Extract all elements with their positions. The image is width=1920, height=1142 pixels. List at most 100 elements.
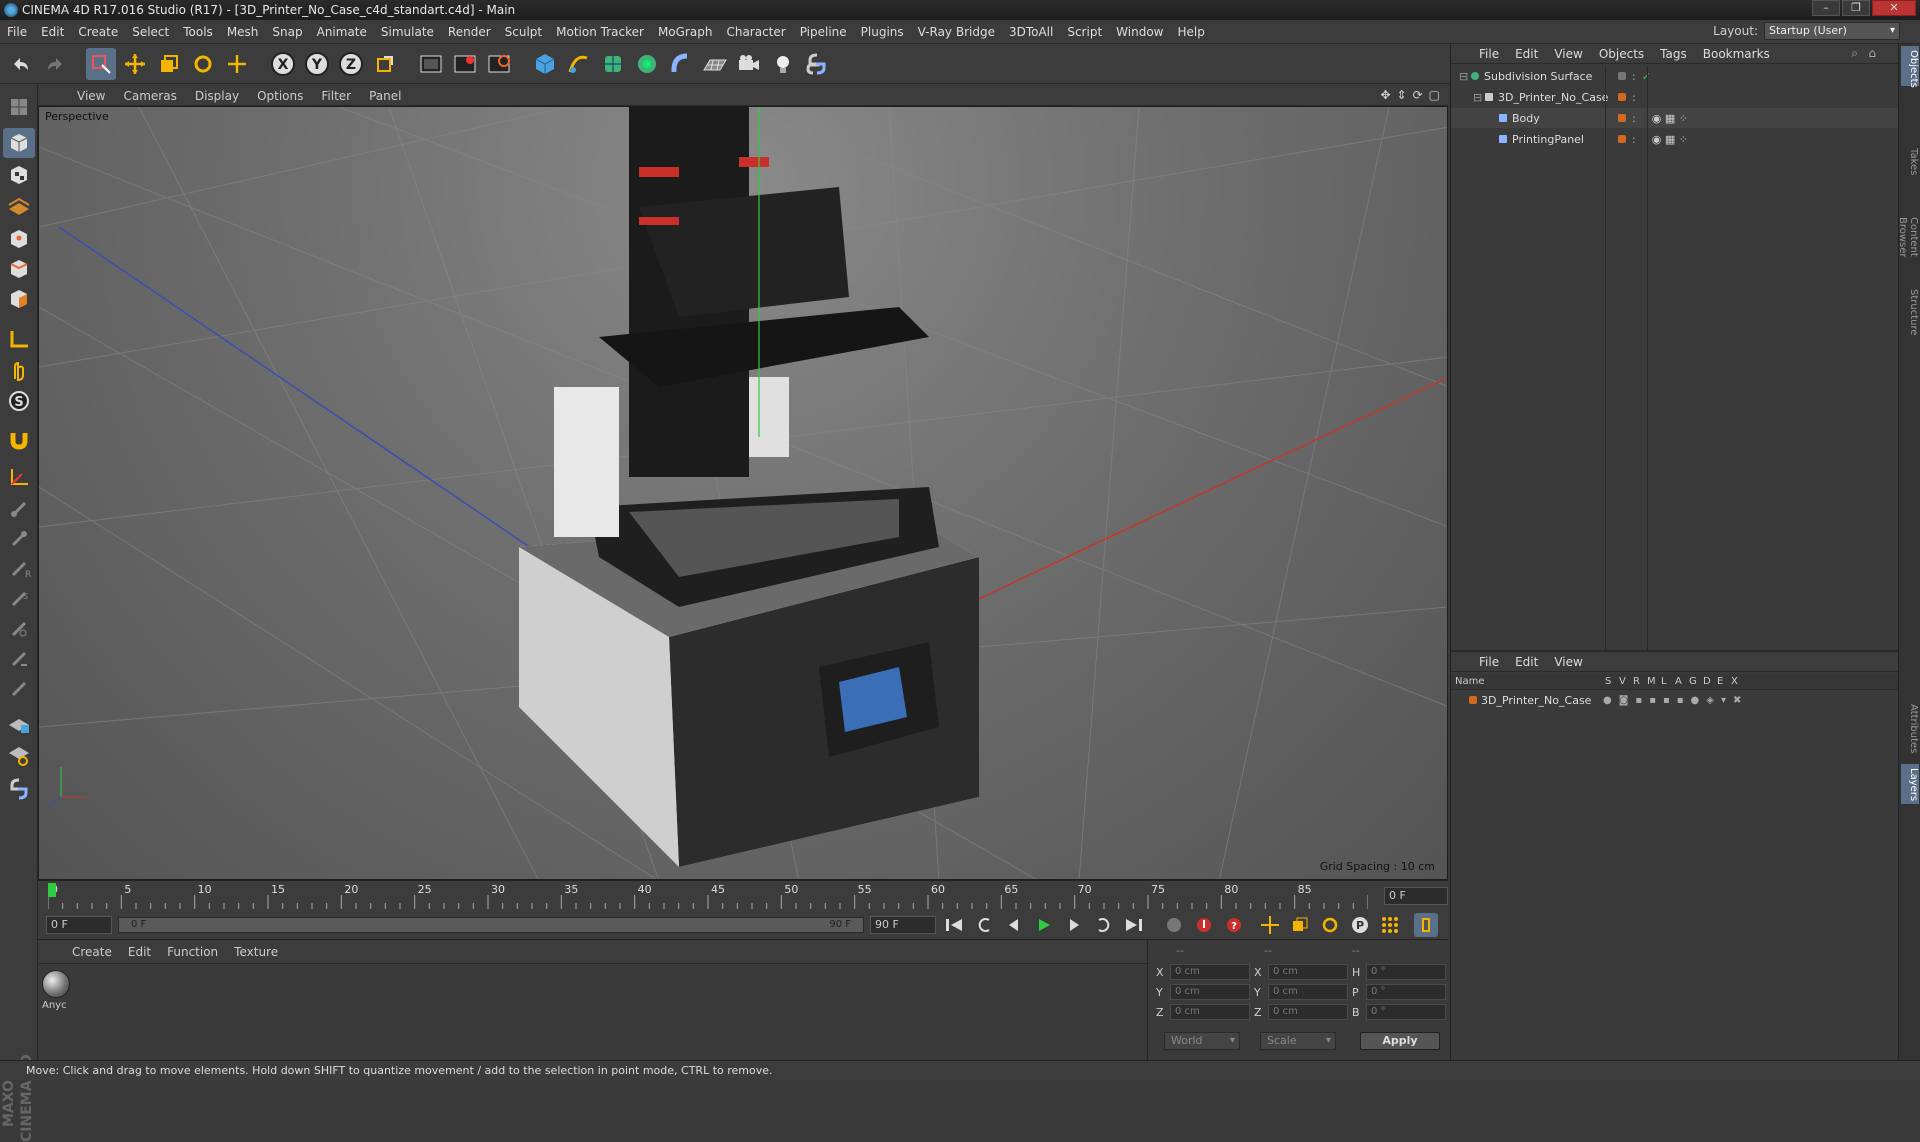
frame-range-slider[interactable]: 0 F 90 F bbox=[118, 916, 864, 933]
restore-button[interactable]: ❐ bbox=[1842, 0, 1870, 16]
sculpt-brush-5-icon[interactable] bbox=[3, 614, 35, 644]
viewport-menu-panel[interactable]: Panel bbox=[360, 89, 410, 103]
layer-menu-file[interactable]: File bbox=[1471, 655, 1507, 669]
cloner-icon[interactable] bbox=[632, 48, 662, 80]
viewport-menu-options[interactable]: Options bbox=[248, 89, 312, 103]
x-axis-lock-icon[interactable]: X bbox=[268, 48, 298, 80]
menu-simulate[interactable]: Simulate bbox=[374, 25, 441, 39]
perspective-viewport[interactable]: Perspective Grid Spacing : 10 cm bbox=[38, 106, 1448, 880]
magnet-icon[interactable] bbox=[3, 424, 35, 454]
tweak-mode-icon[interactable] bbox=[3, 356, 35, 386]
layer-menu-edit[interactable]: Edit bbox=[1507, 655, 1546, 669]
points-mode-icon[interactable] bbox=[3, 224, 35, 254]
menu-snap[interactable]: Snap bbox=[265, 25, 309, 39]
previous-key-icon[interactable] bbox=[972, 913, 996, 937]
go-to-start-icon[interactable] bbox=[942, 913, 966, 937]
menu-edit[interactable]: Edit bbox=[34, 25, 71, 39]
viewport-menu-view[interactable]: View bbox=[68, 89, 114, 103]
autokeying-icon[interactable]: ? bbox=[1222, 913, 1246, 937]
playhead-marker[interactable] bbox=[48, 883, 56, 897]
sculpt-brush-7-icon[interactable] bbox=[3, 674, 35, 704]
object-menu-objects[interactable]: Objects bbox=[1591, 47, 1652, 61]
model-mode-icon[interactable] bbox=[3, 128, 35, 158]
enable-axis-icon[interactable] bbox=[3, 324, 35, 354]
object-name[interactable]: 3D_Printer_No_Case bbox=[1498, 91, 1614, 104]
record-keys-off-icon[interactable] bbox=[1162, 913, 1186, 937]
workplane-mode-icon[interactable] bbox=[3, 190, 35, 220]
key-point-level-icon[interactable] bbox=[1378, 913, 1402, 937]
side-tab-layers[interactable]: Layers bbox=[1901, 764, 1919, 804]
z-axis-lock-icon[interactable]: Z bbox=[336, 48, 366, 80]
recent-tools-icon[interactable] bbox=[222, 48, 252, 80]
key-position-icon[interactable] bbox=[1258, 913, 1282, 937]
rotate-view-icon[interactable]: ⟳ bbox=[1413, 88, 1423, 102]
coordinate-system-icon[interactable] bbox=[370, 48, 400, 80]
object-name[interactable]: Subdivision Surface bbox=[1484, 70, 1614, 83]
material-tag-icons[interactable]: ◉ ▦ ⁘ bbox=[1652, 133, 1688, 146]
coord-field[interactable]: 0 cm bbox=[1268, 984, 1348, 1000]
sculpt-brush-6-icon[interactable] bbox=[3, 644, 35, 674]
material-menu-function[interactable]: Function bbox=[159, 945, 226, 959]
sculpt-brush-2-icon[interactable] bbox=[3, 524, 35, 554]
next-frame-icon[interactable] bbox=[1062, 913, 1086, 937]
minimize-button[interactable]: – bbox=[1812, 0, 1840, 16]
sculpt-brush-4-icon[interactable]: S bbox=[3, 584, 35, 614]
menu-character[interactable]: Character bbox=[719, 25, 792, 39]
material-menu-create[interactable]: Create bbox=[64, 945, 120, 959]
python-icon[interactable] bbox=[3, 774, 35, 804]
coord-field[interactable]: 0 ° bbox=[1366, 1004, 1446, 1020]
coord-field[interactable]: 0 cm bbox=[1170, 984, 1250, 1000]
maximize-view-icon[interactable]: ▢ bbox=[1429, 88, 1440, 102]
viewport-menu-filter[interactable]: Filter bbox=[312, 89, 360, 103]
visibility-dots-icon[interactable]: : bbox=[1632, 133, 1636, 146]
menu-v-ray-bridge[interactable]: V-Ray Bridge bbox=[911, 25, 1002, 39]
record-active-objects-icon[interactable] bbox=[1192, 913, 1216, 937]
object-row[interactable]: Body: ◉ ▦ ⁘ bbox=[1451, 108, 1899, 128]
scale-tool-icon[interactable] bbox=[154, 48, 184, 80]
material-menu-texture[interactable]: Texture bbox=[226, 945, 286, 959]
side-tab-takes[interactable]: Takes bbox=[1901, 144, 1919, 180]
grid-options-icon[interactable] bbox=[3, 740, 35, 770]
coord-field[interactable]: 0 cm bbox=[1268, 1004, 1348, 1020]
menu-help[interactable]: Help bbox=[1170, 25, 1211, 39]
object-manager-search-icon[interactable]: ⌕ bbox=[1851, 46, 1858, 61]
zoom-view-icon[interactable]: ⇕ bbox=[1397, 88, 1407, 102]
menu-mesh[interactable]: Mesh bbox=[220, 25, 266, 39]
key-rotation-icon[interactable] bbox=[1318, 913, 1342, 937]
coord-field[interactable]: 0 cm bbox=[1268, 964, 1348, 980]
light-icon[interactable] bbox=[768, 48, 798, 80]
texture-mode-icon[interactable] bbox=[3, 160, 35, 190]
move-tool-icon[interactable] bbox=[120, 48, 150, 80]
current-frame-field[interactable]: 0 F bbox=[1384, 887, 1448, 905]
side-tab-attributes[interactable]: Attributes bbox=[1901, 694, 1919, 764]
layer-color-swatch[interactable] bbox=[1469, 696, 1477, 704]
render-to-picture-viewer-icon[interactable] bbox=[450, 48, 480, 80]
object-name[interactable]: PrintingPanel bbox=[1512, 133, 1614, 146]
timeline-ruler[interactable]: 051015202530354045505560657075808590 0 F bbox=[38, 880, 1448, 910]
menu-pipeline[interactable]: Pipeline bbox=[793, 25, 854, 39]
subdivision-surface-icon[interactable] bbox=[598, 48, 628, 80]
key-parameter-icon[interactable]: P bbox=[1348, 913, 1372, 937]
floor-icon[interactable] bbox=[700, 48, 730, 80]
material-tag-icons[interactable]: ◉ ▦ ⁘ bbox=[1652, 112, 1688, 125]
snapping-icon[interactable]: S bbox=[3, 386, 35, 416]
object-layer-swatch[interactable] bbox=[1618, 93, 1626, 101]
end-frame-field[interactable]: 90 F bbox=[870, 915, 936, 934]
layer-row[interactable]: 3D_Printer_No_Case ●◙▪▪▪▪●◈▾✖ bbox=[1451, 692, 1899, 708]
object-layer-swatch[interactable] bbox=[1618, 135, 1626, 143]
object-menu-view[interactable]: View bbox=[1546, 47, 1590, 61]
menu-window[interactable]: Window bbox=[1109, 25, 1170, 39]
object-layer-swatch[interactable] bbox=[1618, 114, 1626, 122]
object-manager-home-icon[interactable]: ⌂ bbox=[1868, 46, 1876, 60]
camera-icon[interactable] bbox=[734, 48, 764, 80]
undo-button[interactable] bbox=[6, 48, 36, 80]
object-row[interactable]: ⊟ 3D_Printer_No_Case: bbox=[1451, 87, 1899, 107]
coordinate-mode-dropdown[interactable]: Scale bbox=[1260, 1032, 1336, 1050]
coord-field[interactable]: 0 cm bbox=[1170, 964, 1250, 980]
polygons-mode-icon[interactable] bbox=[3, 284, 35, 314]
next-key-icon[interactable] bbox=[1092, 913, 1116, 937]
live-selection-icon[interactable] bbox=[86, 47, 116, 80]
object-menu-bookmarks[interactable]: Bookmarks bbox=[1695, 47, 1778, 61]
menu-3dtoall[interactable]: 3DToAll bbox=[1002, 25, 1060, 39]
go-to-end-icon[interactable] bbox=[1122, 913, 1146, 937]
